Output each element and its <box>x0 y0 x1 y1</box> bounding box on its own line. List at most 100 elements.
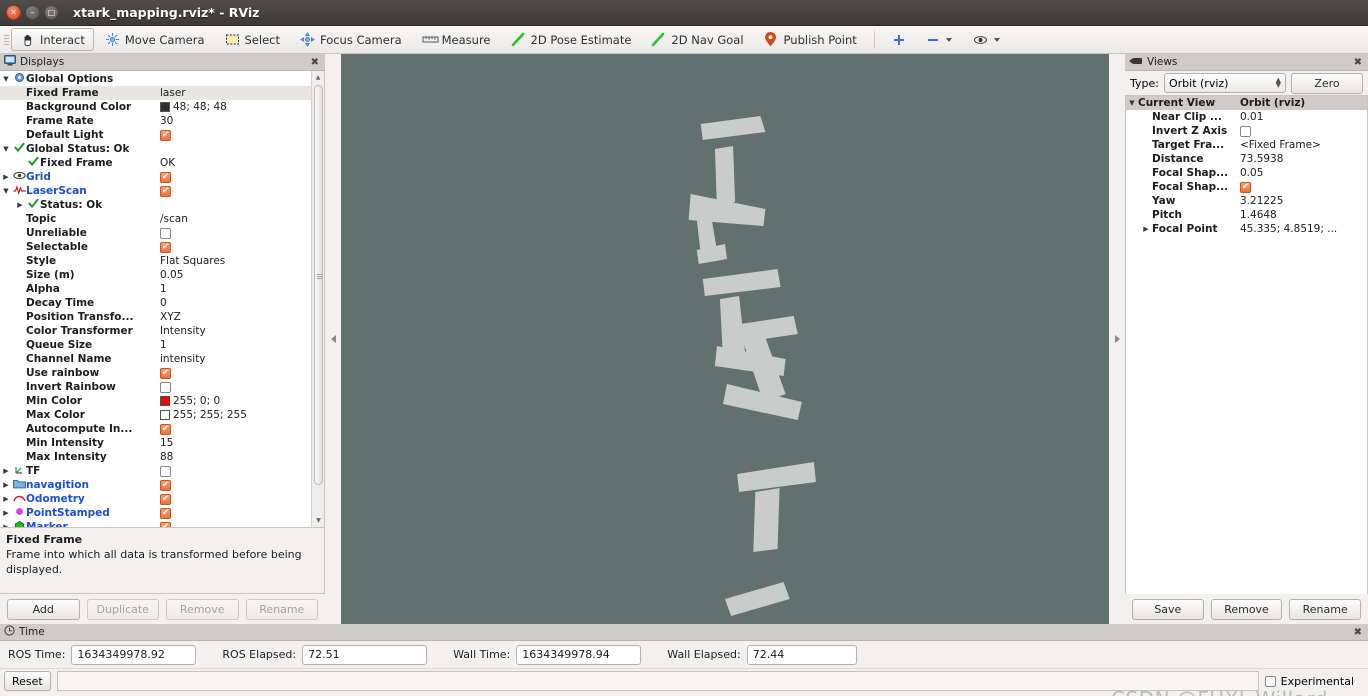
tree-row-checkbox[interactable] <box>160 521 171 527</box>
tree-row[interactable]: Invert Rainbow <box>0 380 324 394</box>
displays-tree-scrollbar[interactable]: ▲ ▼ <box>311 71 324 527</box>
chevron-right-icon[interactable] <box>0 523 12 527</box>
tree-row[interactable]: Queue Size 1 <box>0 338 324 352</box>
tree-row-checkbox[interactable] <box>160 507 171 519</box>
tree-row-value[interactable]: 30 <box>158 115 324 127</box>
color-swatch[interactable] <box>160 410 170 420</box>
tree-row[interactable]: Yaw 3.21225 <box>1126 194 1367 208</box>
tree-row[interactable]: Current View Orbit (rviz) <box>1126 96 1367 110</box>
chevron-right-icon[interactable] <box>14 201 26 209</box>
save-button[interactable]: Save <box>1132 598 1204 620</box>
tree-row-value[interactable]: OK <box>158 157 324 169</box>
tree-row[interactable]: LaserScan <box>0 184 324 198</box>
tree-row-value[interactable]: Intensity <box>158 325 324 337</box>
tree-row-value[interactable]: Flat Squares <box>158 255 324 267</box>
toolbar-button-measure[interactable]: Measure <box>413 28 500 51</box>
time-field-input[interactable]: 72.44 <box>746 644 857 665</box>
tree-row-value[interactable]: 48; 48; 48 <box>158 101 324 113</box>
tree-row[interactable]: Max Color 255; 255; 255 <box>0 408 324 422</box>
remove-button[interactable]: Remove <box>1210 598 1283 620</box>
tree-row[interactable]: Background Color 48; 48; 48 <box>0 100 324 114</box>
tree-row[interactable]: Topic/scan <box>0 212 324 226</box>
tree-row-value[interactable] <box>158 507 324 519</box>
tree-row[interactable]: Style Flat Squares <box>0 254 324 268</box>
time-field-input[interactable]: 1634349978.92 <box>71 644 197 665</box>
chevron-down-icon[interactable] <box>0 145 12 153</box>
tree-row-value[interactable]: laser <box>158 87 324 99</box>
tree-row[interactable]: PointStamped <box>0 506 324 520</box>
chevron-right-icon[interactable] <box>1140 225 1152 233</box>
eye-dropdown-icon[interactable] <box>964 28 1010 51</box>
tree-row[interactable]: Alpha 1 <box>0 282 324 296</box>
zero-button[interactable]: Zero <box>1291 72 1363 94</box>
tree-row[interactable]: TF <box>0 464 324 478</box>
toolbar-button-select[interactable]: Select <box>216 28 289 51</box>
toolbar-button-interact[interactable]: Interact <box>11 28 94 51</box>
tree-row[interactable]: Fixed Frame laser <box>0 86 324 100</box>
close-panel-icon[interactable]: ✖ <box>1354 57 1364 68</box>
time-slider-track[interactable] <box>56 671 1259 691</box>
tree-row-checkbox[interactable] <box>160 241 171 253</box>
scroll-up-icon[interactable]: ▲ <box>312 71 324 84</box>
tree-row[interactable]: Color Transformer Intensity <box>0 324 324 338</box>
add-button[interactable]: Add <box>7 598 80 620</box>
tree-row[interactable]: Status: Ok <box>0 198 324 212</box>
chevron-right-icon[interactable] <box>0 481 12 489</box>
tree-row[interactable]: navagition <box>0 478 324 492</box>
experimental-toggle[interactable]: Experimental <box>1264 675 1364 688</box>
tree-row-value[interactable]: 45.335; 4.8519; ... <box>1238 223 1367 235</box>
time-field-input[interactable]: 72.51 <box>302 644 428 665</box>
tree-row[interactable]: Odometry <box>0 492 324 506</box>
tree-row-value[interactable] <box>158 227 324 239</box>
tree-row-checkbox[interactable] <box>160 479 171 491</box>
tree-row-value[interactable]: 0.05 <box>158 269 324 281</box>
left-splitter[interactable] <box>325 54 341 624</box>
tree-row-value[interactable]: 0.01 <box>1238 111 1367 123</box>
tree-row-value[interactable] <box>158 381 324 393</box>
tree-row[interactable]: Min Intensity 15 <box>0 436 324 450</box>
tree-row[interactable]: Decay Time 0 <box>0 296 324 310</box>
tree-row[interactable]: Near Clip ... 0.01 <box>1126 110 1367 124</box>
tree-row[interactable]: Marker <box>0 520 324 527</box>
close-panel-icon[interactable]: ✖ <box>311 57 321 68</box>
maximize-icon[interactable]: □ <box>44 5 59 20</box>
spinner-icon[interactable]: ▲ ▼ <box>1276 77 1281 89</box>
tree-row[interactable]: Channel Name intensity <box>0 352 324 366</box>
render-viewport-3d[interactable] <box>341 54 1109 624</box>
tree-row-checkbox[interactable] <box>160 465 171 477</box>
views-tree[interactable]: Current View Orbit (rviz) Near Clip ... 0.0… <box>1125 95 1368 594</box>
tree-row[interactable]: Max Intensity 88 <box>0 450 324 464</box>
minimize-icon[interactable]: – <box>25 5 40 20</box>
tree-row-value[interactable]: 1 <box>158 339 324 351</box>
tree-row-checkbox[interactable] <box>160 381 171 393</box>
tree-row-value[interactable]: 73.5938 <box>1238 153 1367 165</box>
tree-row-value[interactable]: 0.05 <box>1238 167 1367 179</box>
tree-row-value[interactable] <box>158 129 324 141</box>
tree-row[interactable]: Selectable <box>0 240 324 254</box>
toolbar-button-publish-point[interactable]: Publish Point <box>755 28 866 51</box>
toolbar-button-focus-camera[interactable]: Focus Camera <box>291 28 411 51</box>
tree-row[interactable]: Focal Shap... 0.05 <box>1126 166 1367 180</box>
displays-tree[interactable]: Global OptionsFixed FramelaserBackground… <box>0 71 325 528</box>
tree-row-value[interactable] <box>158 185 324 197</box>
tree-row[interactable]: Min Color 255; 0; 0 <box>0 394 324 408</box>
tree-row-value[interactable] <box>158 423 324 435</box>
tree-row[interactable]: Autocompute In... <box>0 422 324 436</box>
tree-row-value[interactable]: Orbit (rviz) <box>1238 97 1367 109</box>
tree-row-value[interactable]: /scan <box>158 213 324 225</box>
time-field-input[interactable]: 1634349978.94 <box>516 644 642 665</box>
toolbar-button-move-camera[interactable]: Move Camera <box>96 28 214 51</box>
collapse-right-icon[interactable] <box>1114 335 1120 343</box>
tree-row-value[interactable] <box>158 479 324 491</box>
right-splitter[interactable] <box>1109 54 1125 624</box>
tree-row-checkbox[interactable] <box>160 129 171 141</box>
tree-row-checkbox[interactable] <box>160 493 171 505</box>
tree-row-value[interactable] <box>158 367 324 379</box>
experimental-checkbox[interactable] <box>1264 675 1276 687</box>
toolbar-button-2d-pose-estimate[interactable]: 2D Pose Estimate <box>502 28 641 51</box>
tree-row-value[interactable] <box>158 465 324 477</box>
tree-row[interactable]: Grid <box>0 170 324 184</box>
tree-row-value[interactable]: 88 <box>158 451 324 463</box>
chevron-right-icon[interactable] <box>0 467 12 475</box>
tree-row-value[interactable] <box>158 493 324 505</box>
